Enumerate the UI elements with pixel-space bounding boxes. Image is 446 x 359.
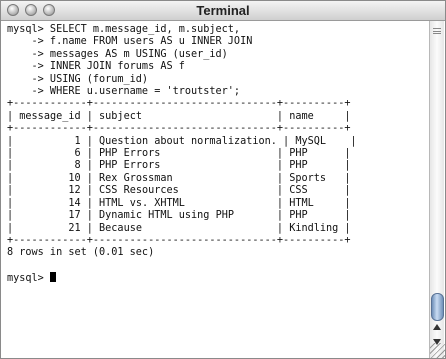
table-cell-subject: Because bbox=[99, 222, 271, 234]
table-row: | 17 | Dynamic HTML using PHP | PHP | bbox=[7, 210, 351, 222]
table-cell-message-id: 14 bbox=[19, 197, 81, 209]
scrollbar-grip-icon bbox=[433, 28, 441, 34]
table-cell-subject: CSS Resources bbox=[99, 185, 271, 197]
table-cell-message-id: 10 bbox=[19, 172, 81, 184]
table-cell-message-id: 1 bbox=[19, 135, 81, 147]
column-header: message_id bbox=[19, 110, 81, 122]
table-row: | 12 | CSS Resources | CSS | bbox=[7, 185, 351, 197]
scrollbar-thumb[interactable] bbox=[431, 293, 444, 321]
result-rows: | 1 | Question about normalization. | My… bbox=[7, 136, 357, 234]
vertical-scrollbar[interactable] bbox=[429, 21, 444, 358]
table-cell-message-id: 8 bbox=[19, 160, 81, 172]
table-cell-subject: PHP Errors bbox=[99, 148, 271, 160]
prompt-text: mysql> bbox=[7, 273, 50, 285]
table-cell-subject: Dynamic HTML using PHP bbox=[99, 210, 271, 222]
table-border-bottom: +------------+--------------------------… bbox=[7, 234, 351, 246]
table-cell-message-id: 6 bbox=[19, 148, 81, 160]
text-cursor bbox=[49, 272, 56, 283]
table-cell-name: PHP bbox=[289, 148, 339, 160]
table-cell-name: MySQL bbox=[295, 135, 345, 147]
table-cell-subject: HTML vs. XHTML bbox=[99, 197, 271, 209]
table-cell-subject: PHP Errors bbox=[99, 160, 271, 172]
table-cell-name: PHP bbox=[289, 160, 339, 172]
resize-handle-icon[interactable] bbox=[430, 343, 445, 358]
scroll-up-arrow-icon[interactable] bbox=[433, 324, 441, 330]
table-cell-name: Sports bbox=[289, 172, 339, 184]
table-row: | 1 | Question about normalization. | My… bbox=[7, 135, 357, 147]
table-border-top: +------------+--------------------------… bbox=[7, 98, 351, 110]
table-cell-message-id: 21 bbox=[19, 222, 81, 234]
terminal-output[interactable]: mysql> SELECT m.message_id, m.subject, -… bbox=[7, 24, 419, 358]
query-line: -> f.name FROM users AS u INNER JOIN bbox=[7, 36, 253, 48]
query-line: -> INNER JOIN forums AS f bbox=[7, 61, 185, 73]
terminal-text: mysql> SELECT m.message_id, m.subject, -… bbox=[7, 24, 419, 286]
table-cell-name: PHP bbox=[289, 210, 339, 222]
table-row: | 6 | PHP Errors | PHP | bbox=[7, 148, 351, 160]
status-line: 8 rows in set (0.01 sec) bbox=[7, 247, 155, 259]
window-title: Terminal bbox=[196, 3, 250, 18]
table-header-row: | message_id | subject | name | bbox=[7, 110, 351, 122]
query-line: mysql> SELECT m.message_id, m.subject, bbox=[7, 24, 241, 35]
table-cell-name: CSS bbox=[289, 185, 339, 197]
title-bar[interactable]: Terminal bbox=[1, 1, 445, 21]
table-row: | 10 | Rex Grossman | Sports | bbox=[7, 172, 351, 184]
table-cell-message-id: 17 bbox=[19, 210, 81, 222]
query-line: -> USING (forum_id) bbox=[7, 73, 149, 85]
table-row: | 21 | Because | Kindling | bbox=[7, 222, 351, 234]
table-cell-subject: Rex Grossman bbox=[99, 172, 271, 184]
table-cell-name: Kindling bbox=[289, 222, 339, 234]
table-cell-name: HTML bbox=[289, 197, 339, 209]
table-row: | 14 | HTML vs. XHTML | HTML | bbox=[7, 197, 351, 209]
column-header: subject bbox=[99, 110, 271, 122]
table-cell-subject: Question about normalization. bbox=[99, 135, 277, 147]
query-text: mysql> SELECT m.message_id, m.subject, -… bbox=[7, 24, 252, 97]
terminal-window: Terminal mysql> SELECT m.message_id, m.s… bbox=[0, 0, 446, 359]
table-border-mid: +------------+--------------------------… bbox=[7, 123, 351, 135]
column-header: name bbox=[289, 110, 339, 122]
table-cell-message-id: 12 bbox=[19, 185, 81, 197]
table-row: | 8 | PHP Errors | PHP | bbox=[7, 160, 351, 172]
query-line: -> WHERE u.username = 'troutster'; bbox=[7, 86, 241, 98]
query-line: -> messages AS m USING (user_id) bbox=[7, 48, 228, 60]
